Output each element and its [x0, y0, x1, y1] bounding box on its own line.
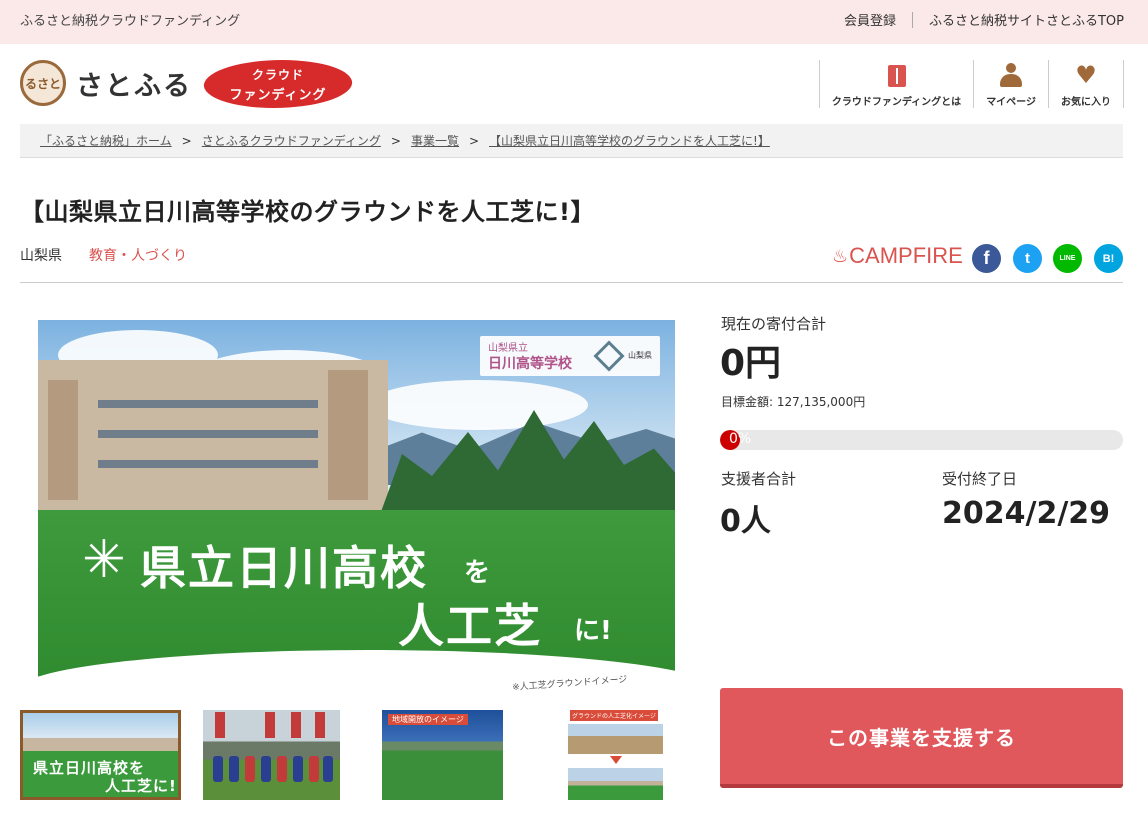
arrow-down-icon	[610, 756, 622, 764]
image-headline-particle: を	[464, 558, 491, 588]
site-name: ふるさと納税クラウドファンディング	[20, 14, 241, 29]
line-share-button[interactable]: LINE	[1053, 244, 1082, 273]
progress-text: 0%	[729, 431, 752, 447]
top-bar: ふるさと納税クラウドファンディング 会員登録 ふるさと納税サイトさとふるTOP	[0, 0, 1148, 44]
hatena-icon: B!	[1102, 252, 1115, 265]
thumbnail-2[interactable]	[203, 710, 340, 800]
twitter-icon: t	[1025, 250, 1030, 267]
satofull-logo-mark[interactable]: るさと	[20, 60, 66, 106]
hatena-bookmark-button[interactable]: B!	[1094, 244, 1123, 273]
school-logo: 山梨県立 日川高等学校 山梨県	[480, 336, 660, 376]
breadcrumb-separator: >	[181, 133, 192, 148]
top-links: 会員登録 ふるさと納税サイトさとふるTOP	[844, 10, 1124, 29]
book-icon	[887, 65, 906, 87]
nav-favorites[interactable]: ♥ お気に入り	[1048, 60, 1124, 108]
twitter-share-button[interactable]: t	[1013, 244, 1042, 273]
goal-amount: 目標金額: 127,135,000円	[721, 395, 866, 409]
crowdfunding-badge[interactable]: クラウド ファンディング	[199, 60, 357, 108]
breadcrumb-home[interactable]: 「ふるさと納税」ホーム	[40, 132, 172, 149]
prefecture-label: 山梨県	[20, 248, 62, 264]
nav-about-label: クラウドファンディングとは	[831, 97, 962, 108]
supporters-value: 0人	[720, 504, 771, 539]
facebook-share-button[interactable]: f	[972, 244, 1001, 273]
image-headline-2: 人工芝	[398, 599, 542, 653]
deadline-value: 2024/2/29	[942, 496, 1111, 531]
nav-about-crowdfunding[interactable]: クラウドファンディングとは	[818, 60, 973, 108]
nav-mypage-label: マイページ	[986, 97, 1036, 108]
badge-line1: クラウド	[251, 68, 304, 82]
thumbnail-1[interactable]: 県立日川高校を 人工芝に!	[20, 710, 181, 800]
breadcrumb-separator: >	[468, 133, 480, 148]
support-project-button[interactable]: この事業を支援する	[720, 688, 1123, 788]
category-link[interactable]: 教育・人づくり	[89, 245, 187, 265]
image-headline-1: 県立日川高校	[140, 541, 428, 595]
nav-favorites-label: お気に入り	[1061, 97, 1111, 108]
nav-mypage[interactable]: マイページ	[973, 60, 1048, 108]
badge-line2: ファンディング	[229, 88, 327, 103]
title-divider	[20, 282, 1123, 283]
progress-bar: 0%	[720, 430, 1123, 450]
page-title: 【山梨県立日川高等学校のグラウンドを人工芝に!】	[20, 198, 595, 226]
breadcrumb-separator: >	[390, 133, 401, 148]
current-total-label: 現在の寄付合計	[721, 315, 827, 333]
main-project-image[interactable]: 山梨県立 日川高等学校 山梨県 ✳ 県立日川高校 を 人工芝 に!	[38, 320, 675, 695]
facebook-icon: f	[983, 248, 990, 268]
register-link[interactable]: 会員登録	[844, 10, 896, 29]
image-headline-suffix: に!	[574, 616, 612, 646]
heart-icon: ♥	[1075, 61, 1097, 89]
link-divider	[911, 11, 913, 28]
deadline-label: 受付終了日	[942, 470, 1018, 488]
satofull-top-link[interactable]: ふるさと納税サイトさとふるTOP	[929, 10, 1124, 29]
line-icon: LINE	[1059, 255, 1076, 262]
image-cloud	[368, 380, 588, 430]
breadcrumb-current[interactable]: 【山梨県立日川高等学校のグラウンドを人工芝に!】	[489, 132, 770, 149]
image-school-building	[38, 360, 388, 510]
thumbnail-3[interactable]: 地域開放のイメージ	[382, 710, 503, 800]
supporters-label: 支援者合計	[721, 470, 797, 488]
campfire-logo[interactable]: ♨ CAMPFIRE	[832, 243, 963, 269]
breadcrumb: 「ふるさと納税」ホーム > さとふるクラウドファンディング > 事業一覧 > 【…	[20, 124, 1123, 158]
breadcrumb-crowdfunding[interactable]: さとふるクラウドファンディング	[202, 132, 381, 149]
current-total-value: 0円	[720, 343, 782, 384]
satofull-logo-text[interactable]: さとふる	[76, 64, 192, 103]
star-emblem-icon: ✳	[82, 530, 126, 590]
flame-icon: ♨	[832, 245, 849, 266]
header-nav: クラウドファンディングとは マイページ ♥ お気に入り	[818, 60, 1124, 108]
yamanashi-mark-icon	[593, 340, 625, 372]
thumbnail-4[interactable]: グラウンドの人工芝化イメージ	[568, 710, 663, 800]
user-icon	[999, 63, 1023, 87]
breadcrumb-projects[interactable]: 事業一覧	[411, 132, 459, 149]
